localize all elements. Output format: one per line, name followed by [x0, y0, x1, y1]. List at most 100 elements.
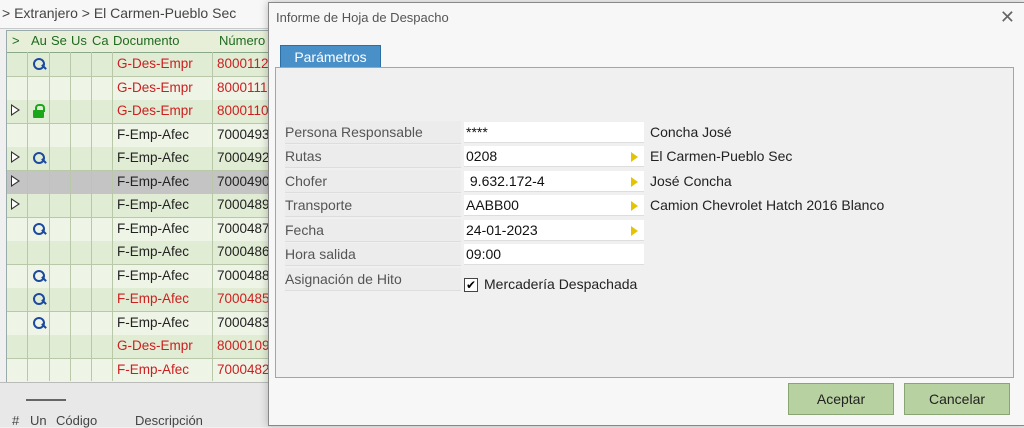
- table-row[interactable]: F-Emp-Afec 7000486: [7, 241, 275, 265]
- field-value: AABB00: [466, 197, 519, 214]
- table-row[interactable]: F-Emp-Afec 7000488: [7, 264, 275, 289]
- table-row[interactable]: F-Emp-Afec 7000485: [7, 288, 275, 312]
- table-row[interactable]: F-Emp-Afec 7000492: [7, 147, 275, 171]
- field-value: 9.632.172-4: [466, 172, 545, 189]
- milestone-label: Asignación de Hito: [285, 268, 461, 291]
- field-input[interactable]: AABB00: [464, 195, 644, 217]
- cell-documento: F-Emp-Afec: [117, 244, 190, 259]
- cell-documento: F-Emp-Afec: [117, 291, 190, 306]
- cell-numero: 7000486: [217, 244, 270, 259]
- breadcrumb: > Extranjero > El Carmen-Pueblo Sec: [2, 5, 237, 21]
- grid-divider: [49, 52, 50, 381]
- key-icon: [33, 293, 45, 305]
- mercaderia-despachada-label[interactable]: Mercadería Despachada: [484, 273, 637, 295]
- table-row[interactable]: G-Des-Empr 8000110: [7, 100, 275, 124]
- field-value: ****: [466, 124, 488, 140]
- field-value: 24-01-2023: [466, 221, 538, 238]
- row-expand-icon[interactable]: [11, 104, 20, 116]
- cell-documento: F-Emp-Afec: [117, 126, 190, 142]
- detail-grid[interactable]: # Un Código Descripción: [0, 382, 274, 428]
- grid-header-expand[interactable]: >: [12, 33, 20, 48]
- field-description: Camion Chevrolet Hatch 2016 Blanco: [650, 197, 885, 214]
- cell-documento: G-Des-Empr: [117, 103, 193, 118]
- grid-divider: [27, 52, 28, 381]
- table-row[interactable]: G-Des-Empr 8000111: [7, 76, 275, 101]
- accept-button[interactable]: Aceptar: [788, 383, 894, 415]
- field-label: Fecha: [285, 218, 461, 242]
- key-icon: [33, 152, 45, 164]
- mercaderia-despachada-checkbox[interactable]: ✔: [464, 278, 478, 292]
- grid-divider: [91, 52, 92, 381]
- cell-documento: F-Emp-Afec: [117, 267, 190, 283]
- row-expand-icon[interactable]: [11, 198, 20, 210]
- dispatch-report-dialog: Informe de Hoja de Despacho ✕ Parámetros…: [268, 2, 1024, 426]
- field-label: Transporte: [285, 194, 461, 218]
- table-row[interactable]: G-Des-Empr 8000112: [7, 53, 275, 77]
- grid-divider: [112, 52, 113, 381]
- cell-documento: G-Des-Empr: [117, 338, 193, 353]
- row-expand-icon[interactable]: [11, 174, 20, 187]
- splitter-handle[interactable]: [26, 399, 66, 401]
- cell-documento: G-Des-Empr: [117, 79, 193, 95]
- field-input[interactable]: 0208: [464, 146, 644, 168]
- cell-numero: 7000493: [217, 126, 270, 142]
- cell-documento: F-Emp-Afec: [117, 173, 190, 189]
- field-label: Rutas: [285, 145, 461, 169]
- table-row[interactable]: F-Emp-Afec 7000487: [7, 217, 275, 242]
- lookup-arrow-icon[interactable]: [631, 201, 638, 212]
- cell-documento: G-Des-Empr: [117, 56, 193, 71]
- cell-documento: F-Emp-Afec: [117, 361, 190, 377]
- cell-documento: F-Emp-Afec: [117, 197, 190, 212]
- cell-documento: F-Emp-Afec: [117, 220, 190, 236]
- field-description: El Carmen-Pueblo Sec: [650, 148, 793, 165]
- grid-header-au[interactable]: Au: [31, 33, 47, 48]
- table-row[interactable]: F-Emp-Afec 7000483: [7, 311, 275, 336]
- table-row[interactable]: G-Des-Empr 8000109: [7, 335, 275, 359]
- grid-header-se[interactable]: Se: [51, 33, 67, 48]
- table-row[interactable]: F-Emp-Afec 7000490: [7, 170, 275, 195]
- cell-documento: F-Emp-Afec: [117, 150, 190, 165]
- cell-numero: 7000483: [217, 314, 270, 330]
- grid-divider: [212, 52, 213, 381]
- field-input[interactable]: 24-01-2023: [464, 219, 644, 241]
- field-input[interactable]: 9.632.172-4: [464, 170, 644, 192]
- key-icon: [33, 58, 45, 70]
- field-input[interactable]: ****: [464, 122, 644, 143]
- tab-parametros[interactable]: Parámetros: [280, 45, 381, 68]
- cell-numero: 8000111: [217, 79, 268, 95]
- cell-numero: 7000488: [217, 267, 270, 283]
- key-icon: [33, 269, 45, 282]
- field-input[interactable]: 09:00: [464, 244, 644, 265]
- table-row[interactable]: F-Emp-Afec 7000482: [7, 358, 275, 383]
- field-value: 09:00: [466, 246, 502, 262]
- field-label: Hora salida: [285, 243, 461, 266]
- cell-numero: 8000112: [217, 56, 269, 71]
- grid-header-numero[interactable]: Número: [219, 33, 265, 48]
- grid-header: > Au Se Us Ca Documento Número: [7, 31, 275, 53]
- lookup-arrow-icon[interactable]: [631, 152, 638, 163]
- cell-numero: 8000109: [217, 338, 270, 353]
- grid-header-ca[interactable]: Ca: [92, 33, 109, 48]
- lookup-arrow-icon[interactable]: [631, 176, 638, 187]
- table-row[interactable]: F-Emp-Afec 7000493: [7, 123, 275, 148]
- field-label: Persona Responsable: [285, 121, 461, 144]
- field-value: 0208: [466, 148, 498, 165]
- close-icon[interactable]: ✕: [1000, 7, 1015, 28]
- field-description: Concha José: [650, 124, 732, 140]
- grid-header-us[interactable]: Us: [71, 33, 87, 48]
- document-grid[interactable]: > Au Se Us Ca Documento Número G-Des-Emp…: [6, 30, 276, 383]
- lookup-arrow-icon[interactable]: [631, 225, 638, 236]
- dialog-title: Informe de Hoja de Despacho: [276, 10, 449, 25]
- row-expand-icon[interactable]: [11, 151, 20, 163]
- unlock-icon: [33, 104, 45, 118]
- cell-numero: 7000487: [217, 220, 270, 236]
- cancel-button[interactable]: Cancelar: [904, 383, 1010, 415]
- parameters-panel: Persona Responsable **** Concha José Rutas 0…: [275, 67, 1014, 378]
- cell-numero: 7000490: [217, 173, 270, 189]
- cell-numero: 7000492: [217, 150, 270, 165]
- table-row[interactable]: F-Emp-Afec 7000489: [7, 194, 275, 218]
- grid-header-documento[interactable]: Documento: [113, 33, 179, 48]
- key-icon: [33, 222, 45, 235]
- field-label: Chofer: [285, 169, 461, 193]
- field-description: José Concha: [650, 172, 732, 189]
